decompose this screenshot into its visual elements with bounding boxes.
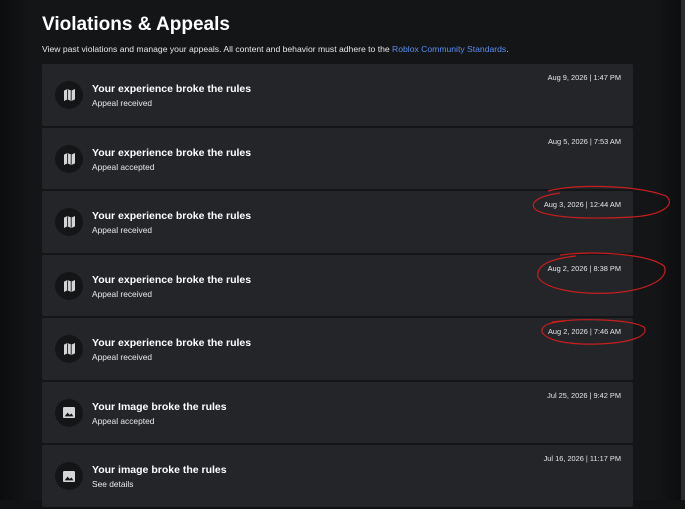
page-title: Violations & Appeals (42, 14, 230, 35)
appeal-status: Appeal accepted (92, 161, 155, 172)
violation-timestamp: Jul 25, 2026 | 9:42 PM (547, 390, 621, 400)
scrollbar[interactable] (681, 0, 685, 500)
violation-timestamp: Aug 2, 2026 | 7:46 AM (547, 327, 621, 336)
appeal-status: Appeal accepted (92, 415, 155, 426)
violation-title: Your experience broke the rules (92, 210, 252, 222)
violation-timestamp: Aug 2, 2026 | 8:38 PM (547, 263, 621, 273)
appeal-status: Appeal received (92, 288, 153, 299)
violation-title: Your experience broke the rules (92, 83, 252, 95)
violation-item[interactable]: Your experience broke the rules Appeal a… (42, 127, 633, 189)
appeal-status: Appeal received (92, 98, 153, 108)
violation-item[interactable]: Your experience broke the rules Appeal r… (42, 191, 633, 253)
violation-timestamp: Aug 9, 2026 | 1:47 PM (547, 73, 621, 82)
appeal-status: Appeal received (92, 352, 153, 362)
violations-list: Your experience broke the rules Appeal r… (42, 64, 633, 509)
appeal-status: Appeal received (92, 225, 153, 235)
page-description: View past violations and manage your app… (42, 44, 642, 54)
violation-item[interactable]: Your experience broke the rules Appeal r… (42, 254, 633, 316)
violation-item[interactable]: Your image broke the rules See details J… (42, 445, 633, 507)
violation-title: Your experience broke the rules (92, 273, 252, 286)
image-icon (55, 462, 83, 490)
violation-timestamp: Jul 16, 2026 | 11:17 PM (543, 454, 621, 463)
violation-timestamp: Aug 3, 2026 | 12:44 AM (543, 200, 621, 209)
community-standards-link[interactable]: Roblox Community Standards (392, 44, 506, 54)
description-text: View past violations and manage your app… (42, 44, 390, 54)
violation-item[interactable]: Your Image broke the rules Appeal accept… (42, 381, 633, 443)
appeal-status: See details (92, 479, 134, 489)
map-icon (55, 81, 83, 109)
violation-title: Your image broke the rules (92, 464, 227, 476)
map-icon (55, 208, 83, 236)
image-icon (55, 398, 83, 427)
violation-item[interactable]: Your experience broke the rules Appeal r… (42, 64, 633, 126)
violation-item[interactable]: Your experience broke the rules Appeal r… (42, 318, 633, 380)
map-icon (55, 144, 83, 173)
map-icon (55, 335, 83, 363)
violation-timestamp: Aug 5, 2026 | 7:53 AM (547, 136, 621, 146)
violation-title: Your experience broke the rules (92, 337, 252, 349)
map-icon (55, 271, 83, 300)
description-end: . (506, 44, 509, 54)
violation-title: Your Image broke the rules (92, 400, 227, 413)
violation-title: Your experience broke the rules (92, 146, 252, 159)
